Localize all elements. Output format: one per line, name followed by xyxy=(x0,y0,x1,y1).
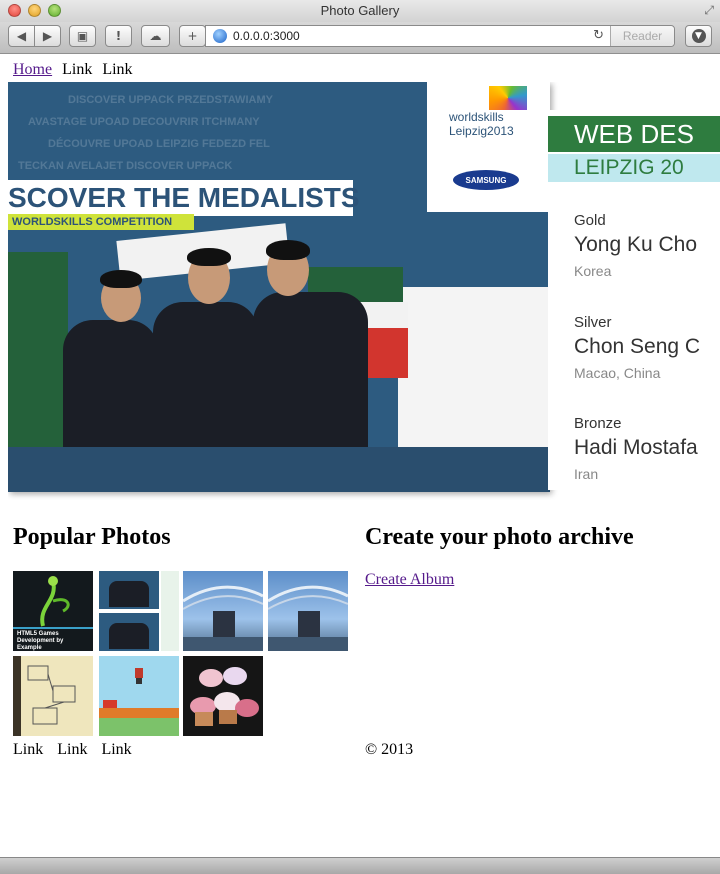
photo-thumbnail[interactable] xyxy=(268,571,348,651)
medal-label: Gold xyxy=(574,212,606,229)
hero-image: DISCOVER UPPACK PRZEDSTAWIAMY AVASTAGE U… xyxy=(8,82,720,500)
nav-link-2[interactable]: Link xyxy=(102,61,132,78)
poster-logo-line1: worldskills xyxy=(449,110,504,124)
forward-button[interactable]: ▶ xyxy=(34,25,61,47)
sponsor-logo: SAMSUNG xyxy=(453,170,519,190)
medalist-name: Hadi Mostafa xyxy=(574,436,698,459)
window-title: Photo Gallery xyxy=(320,3,400,18)
medalist-country: Korea xyxy=(574,263,612,279)
download-arrow-icon: ▼ xyxy=(691,29,706,43)
add-bookmark-button[interactable]: + xyxy=(179,25,206,47)
photo-thumbnail[interactable]: HTML5 Games Development by Example xyxy=(13,571,93,651)
poster-logo-line2: Leipzig2013 xyxy=(449,124,514,138)
url-text[interactable]: 0.0.0.0:3000 xyxy=(233,29,300,43)
medalist-name: Chon Seng C xyxy=(574,335,701,358)
tabs-grid-icon: ▣ xyxy=(76,29,89,43)
bronze-medal-entry: Bronze Hadi Mostafa Iran xyxy=(574,415,698,482)
medal-label: Silver xyxy=(574,314,612,331)
browser-status-bar xyxy=(0,857,720,874)
results-title: WEB DES xyxy=(548,116,720,152)
worldskills-logo-icon xyxy=(489,86,527,110)
reload-icon[interactable]: ↻ xyxy=(593,28,604,43)
downloads-button[interactable]: ▼ xyxy=(685,25,712,47)
gold-medal-entry: Gold Yong Ku Cho Korea xyxy=(574,212,697,279)
medalists-photo: DISCOVER UPPACK PRZEDSTAWIAMY AVASTAGE U… xyxy=(8,82,550,492)
medal-label: Bronze xyxy=(574,415,622,432)
medalist-name: Yong Ku Cho xyxy=(574,233,697,256)
copyright-text: © 2013 xyxy=(365,741,414,758)
footer-link-1[interactable]: Link xyxy=(13,741,43,758)
browser-toolbar: ◀ ▶ ▣ ! ☁ + 0.0.0.0:3000 ↻ Reader ▼ xyxy=(0,22,720,54)
sponsor-panel xyxy=(398,287,550,447)
photo-thumbnail[interactable] xyxy=(99,571,179,651)
poster-subbanner: WORLDSKILLS COMPETITION xyxy=(8,214,194,230)
globe-icon xyxy=(213,29,227,43)
popular-photos-heading: Popular Photos xyxy=(13,524,171,550)
nav-home-link[interactable]: Home xyxy=(13,61,52,78)
top-nav: Home Link Link xyxy=(13,61,139,79)
photo-thumbnail[interactable] xyxy=(13,656,93,736)
poster-banner: SCOVER THE MEDALISTS xyxy=(8,180,360,216)
create-album-link[interactable]: Create Album xyxy=(365,571,454,589)
create-archive-heading: Create your photo archive xyxy=(365,524,634,550)
nav-link-1[interactable]: Link xyxy=(62,61,92,78)
plus-icon: + xyxy=(187,29,198,43)
footer-links: Link Link Link xyxy=(13,741,142,759)
photo-thumbnail[interactable] xyxy=(99,656,179,736)
thumbnail-caption: HTML5 Games Development by Example xyxy=(17,631,64,651)
icloud-tabs-button[interactable]: ☁ xyxy=(141,25,170,47)
back-button[interactable]: ◀ xyxy=(8,25,35,47)
medalist-country: Iran xyxy=(574,466,599,482)
cloud-icon: ☁ xyxy=(149,29,162,43)
reader-button[interactable]: Reader xyxy=(610,26,674,46)
exclamation-icon: ! xyxy=(115,29,122,43)
footer-link-2[interactable]: Link xyxy=(57,741,87,758)
results-board: WEB DES LEIPZIG 20 Gold Yong Ku Cho Kore… xyxy=(548,110,720,490)
window-titlebar: Photo Gallery ⤢ xyxy=(0,0,720,22)
footer-link-3[interactable]: Link xyxy=(101,741,131,758)
back-arrow-icon: ◀ xyxy=(16,29,27,43)
silver-medal-entry: Silver Chon Seng C Macao, China xyxy=(574,314,700,381)
photo-thumbnail[interactable] xyxy=(183,571,263,651)
alert-button[interactable]: ! xyxy=(105,25,132,47)
medalist-country: Macao, China xyxy=(574,365,661,381)
show-all-tabs-button[interactable]: ▣ xyxy=(69,25,96,47)
worldskills-panel: worldskills Leipzig2013 SAMSUNG xyxy=(427,82,550,212)
fullscreen-icon[interactable]: ⤢ xyxy=(704,3,714,18)
forward-arrow-icon: ▶ xyxy=(42,29,53,43)
address-bar[interactable]: 0.0.0.0:3000 ↻ Reader xyxy=(205,25,675,47)
photo-thumbnail[interactable] xyxy=(183,656,263,736)
results-city: LEIPZIG 20 xyxy=(548,154,720,182)
